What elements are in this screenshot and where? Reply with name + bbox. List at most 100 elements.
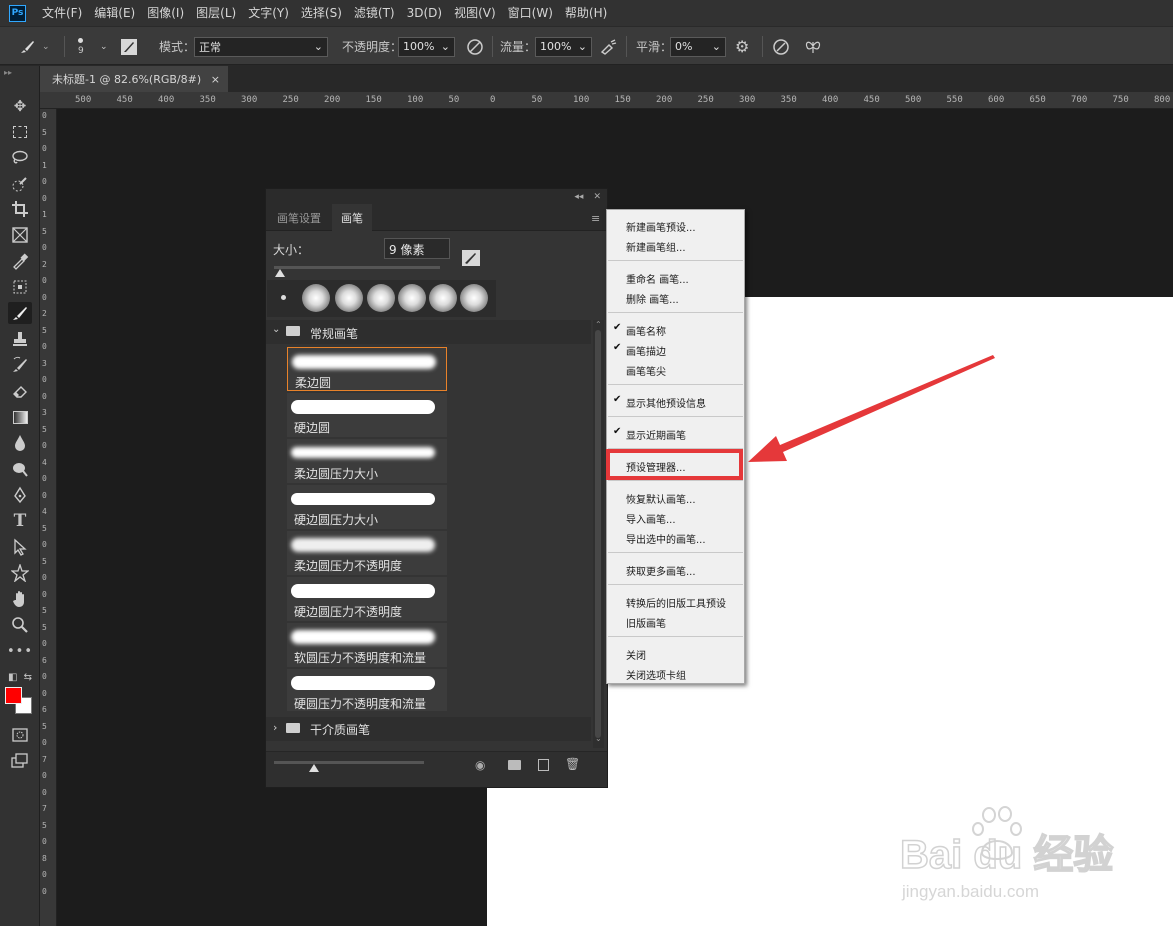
dodge-tool-icon[interactable]	[8, 458, 32, 480]
color-swap-controls[interactable]: ◧ ⇆	[8, 666, 32, 688]
swap-colors-icon[interactable]: ⇆	[24, 672, 32, 683]
menu-edit[interactable]: 编辑(E)	[88, 0, 141, 26]
tab-brushes[interactable]: 画笔	[332, 204, 372, 232]
menu-item-new-brush-preset[interactable]: 新建画笔预设...	[626, 219, 696, 234]
clone-stamp-tool-icon[interactable]	[8, 328, 32, 350]
tab-brush-settings[interactable]: 画笔设置	[268, 204, 330, 231]
brush-preset-item[interactable]: 柔边圆压力大小	[287, 439, 447, 483]
brush-preset-item[interactable]: 硬边圆	[287, 393, 447, 437]
size-field[interactable]: 9 像素	[384, 238, 450, 259]
mode-select[interactable]: 正常 ⌄	[194, 36, 328, 57]
recent-brush-tip[interactable]	[398, 284, 426, 312]
menu-filter[interactable]: 滤镜(T)	[348, 0, 401, 26]
brush-settings-toggle[interactable]	[461, 249, 481, 270]
recent-brush-tip[interactable]	[335, 284, 363, 312]
menu-item-close[interactable]: 关闭	[626, 647, 646, 662]
scrollbar-thumb[interactable]	[595, 330, 601, 738]
chevron-down-icon[interactable]: ⌄	[595, 734, 602, 743]
brush-panel-toggle[interactable]	[120, 27, 138, 66]
airbrush-button[interactable]	[600, 27, 618, 66]
symmetry-button[interactable]	[804, 27, 822, 66]
preview-size-thumb[interactable]	[309, 764, 319, 772]
close-icon[interactable]: ✕	[593, 192, 601, 202]
marquee-tool-icon[interactable]	[8, 121, 32, 143]
menu-item-converted-legacy-presets[interactable]: 转换后的旧版工具预设	[626, 595, 726, 610]
size-slider-thumb[interactable]	[275, 269, 285, 277]
expand-toolbar-icon[interactable]: ▸▸	[4, 66, 28, 78]
chevron-down-icon[interactable]: ⌄	[100, 27, 108, 66]
blur-tool-icon[interactable]	[8, 432, 32, 454]
size-slider-track[interactable]	[274, 266, 440, 269]
lasso-tool-icon[interactable]	[8, 147, 32, 169]
smoothing-field[interactable]: 0% ⌄	[670, 36, 726, 57]
recent-brush-tip[interactable]	[367, 284, 395, 312]
quick-selection-tool-icon[interactable]	[8, 173, 32, 195]
path-selection-tool-icon[interactable]	[8, 536, 32, 558]
document-tab[interactable]: 未标题-1 @ 82.6%(RGB/8#) ×	[40, 66, 228, 92]
healing-brush-tool-icon[interactable]	[8, 276, 32, 298]
collapse-panel-icon[interactable]: ◂◂	[574, 192, 583, 202]
menu-type[interactable]: 文字(Y)	[242, 0, 295, 26]
brush-list-scrollbar[interactable]: ⌃ ⌄	[593, 320, 604, 748]
menu-item-brush-name[interactable]: 画笔名称	[626, 323, 666, 338]
move-tool-icon[interactable]: ✥	[8, 95, 32, 117]
pressure-opacity-button[interactable]	[466, 27, 484, 66]
gear-icon[interactable]: ⚙	[735, 27, 749, 66]
brush-group-header[interactable]: › 干介质画笔	[266, 717, 591, 741]
horizontal-ruler[interactable]: 500 450 400 350 300 250 200 150 100 50 0 50 100 150 20…	[40, 92, 1173, 109]
menu-item-brush-tip[interactable]: 画笔笔尖	[626, 363, 666, 378]
menu-select[interactable]: 选择(S)	[295, 0, 348, 26]
menu-item-brush-stroke[interactable]: 画笔描边	[626, 343, 666, 358]
type-tool-icon[interactable]: T	[8, 510, 32, 532]
brush-preset-item[interactable]: 硬圆压力不透明度和流量	[287, 669, 447, 711]
brush-preset-item[interactable]: 硬边圆压力不透明度	[287, 577, 447, 621]
menu-help[interactable]: 帮助(H)	[559, 0, 613, 26]
recent-brush-tip[interactable]	[302, 284, 330, 312]
pressure-size-button[interactable]	[772, 27, 790, 66]
gradient-tool-icon[interactable]	[8, 406, 32, 428]
panel-menu-icon[interactable]: ≡	[591, 212, 601, 225]
menu-layer[interactable]: 图层(L)	[190, 0, 242, 26]
tool-preset-picker[interactable]: ⌄	[18, 27, 50, 66]
menu-item-rename-brush[interactable]: 重命名 画笔...	[626, 271, 689, 286]
new-group-folder-icon[interactable]	[508, 760, 521, 770]
menu-item-show-recent-brushes[interactable]: 显示近期画笔	[626, 427, 686, 442]
opacity-field[interactable]: 100% ⌄	[398, 36, 455, 57]
zoom-tool-icon[interactable]	[8, 614, 32, 636]
crop-tool-icon[interactable]	[8, 198, 32, 220]
pen-tool-icon[interactable]	[8, 484, 32, 506]
custom-shape-tool-icon[interactable]	[8, 562, 32, 584]
more-tools-icon[interactable]: •••	[7, 640, 32, 662]
menu-3d[interactable]: 3D(D)	[401, 0, 448, 26]
history-brush-tool-icon[interactable]	[8, 354, 32, 376]
flow-field[interactable]: 100% ⌄	[535, 36, 592, 57]
menu-item-get-more-brushes[interactable]: 获取更多画笔...	[626, 563, 696, 578]
menu-item-export-brushes[interactable]: 导出选中的画笔...	[626, 531, 706, 546]
brush-preset-item[interactable]: 柔边圆	[287, 347, 447, 391]
preview-size-slider[interactable]	[274, 761, 424, 764]
brush-size-picker[interactable]: 9	[78, 27, 84, 66]
chevron-down-icon[interactable]: ⌄	[272, 324, 280, 335]
chevron-up-icon[interactable]: ⌃	[595, 320, 602, 329]
recent-brush-tip[interactable]	[460, 284, 488, 312]
brush-tool-icon[interactable]	[8, 302, 32, 324]
menu-image[interactable]: 图像(I)	[141, 0, 190, 26]
screen-mode-icon[interactable]	[8, 750, 32, 772]
chevron-right-icon[interactable]: ›	[273, 721, 277, 734]
menu-item-legacy-brushes[interactable]: 旧版画笔	[626, 615, 666, 630]
menu-item-delete-brush[interactable]: 删除 画笔...	[626, 291, 679, 306]
toggle-preview-icon[interactable]: ◉	[475, 758, 485, 772]
frame-tool-icon[interactable]	[8, 224, 32, 246]
menu-item-close-tab-group[interactable]: 关闭选项卡组	[626, 667, 686, 682]
brush-preset-item[interactable]: 硬边圆压力大小	[287, 485, 447, 529]
recent-brush-tip[interactable]	[281, 295, 286, 300]
brush-preset-item[interactable]: 软圆压力不透明度和流量	[287, 623, 447, 667]
menu-file[interactable]: 文件(F)	[36, 0, 88, 26]
foreground-color-swatch[interactable]	[5, 687, 22, 704]
menu-item-import-brushes[interactable]: 导入画笔...	[626, 511, 676, 526]
trash-icon[interactable]: 🗑	[565, 757, 580, 771]
menu-item-show-preset-info[interactable]: 显示其他预设信息	[626, 395, 706, 410]
vertical-ruler[interactable]: 0 5 0 1 0 0 1 5 0 2 0 0 2 5 0 3 0 0 3 5 0 4 0 0 4 5 0 5 0 0 5 5 0 6 0 0 6 5 0 7…	[40, 109, 57, 926]
brush-group-header[interactable]: ⌄ 常规画笔	[266, 320, 591, 344]
eyedropper-tool-icon[interactable]	[8, 250, 32, 272]
